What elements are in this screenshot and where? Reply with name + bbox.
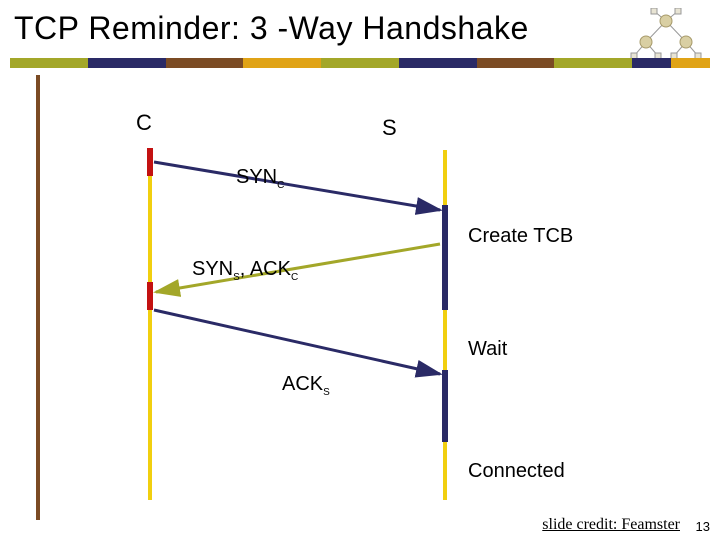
msg3-label: ACKS <box>282 373 330 398</box>
handshake-diagram <box>0 0 720 540</box>
server-label: S <box>382 115 397 141</box>
state-wait: Wait <box>468 338 507 361</box>
state-create-tcb: Create TCB <box>468 225 573 248</box>
msg2-label: SYNS, ACKC <box>192 258 298 283</box>
msg1-label: SYNC <box>236 166 284 191</box>
client-label: C <box>136 110 152 136</box>
slide-credit: slide credit: Feamster <box>542 516 680 534</box>
state-connected: Connected <box>468 460 565 483</box>
page-number: 13 <box>696 519 710 534</box>
